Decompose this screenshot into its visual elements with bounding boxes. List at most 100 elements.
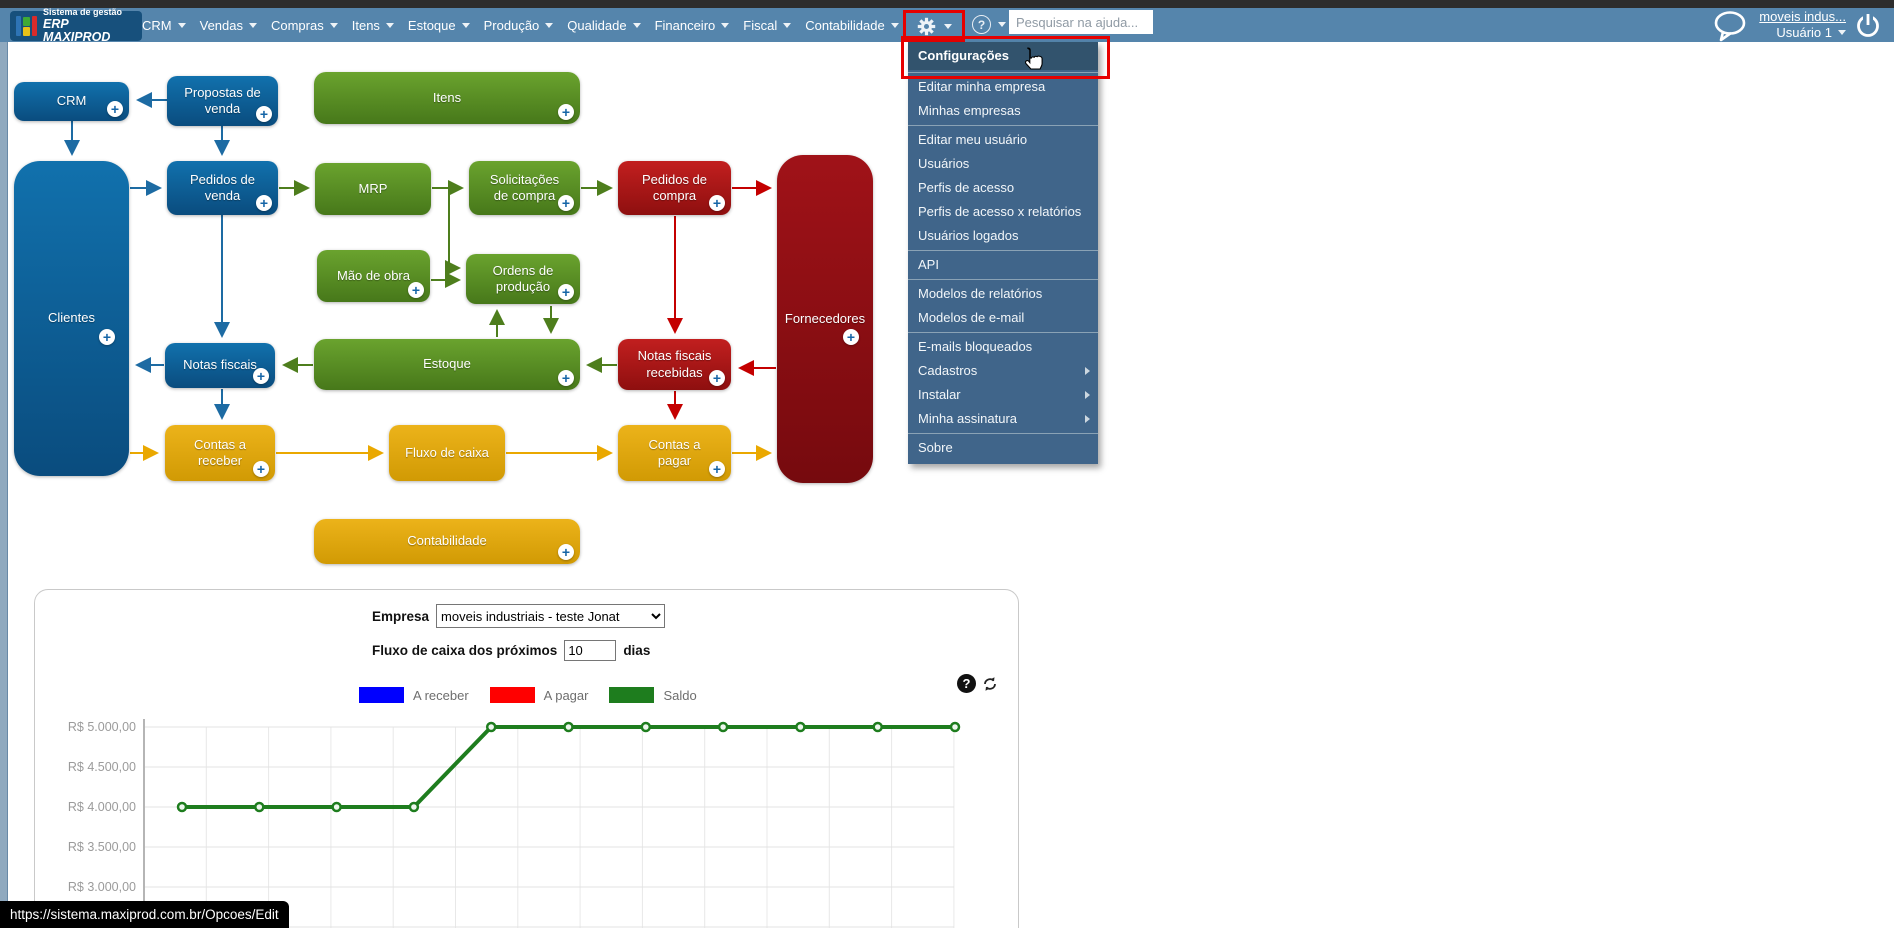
caret-down-icon: [177, 22, 186, 28]
legend-swatch-saldo: [609, 687, 655, 703]
menu-item-usu-rios-logados[interactable]: Usuários logados: [908, 224, 1098, 248]
cashflow-panel: Empresa moveis industriais - teste Jonat…: [34, 589, 1019, 928]
menu-item-editar-minha-empresa[interactable]: Editar minha empresa: [908, 75, 1098, 99]
flow-box-fluxo-de-caixa[interactable]: Fluxo de caixa: [389, 425, 505, 481]
menu-item-modelos-de-relat-rios[interactable]: Modelos de relatórios: [908, 282, 1098, 306]
add-record-icon[interactable]: +: [256, 195, 272, 211]
help-caret-icon: [998, 22, 1006, 27]
flow-box-propostas-de-venda[interactable]: Propostas de venda +: [167, 76, 278, 126]
menu-item-e-mails-bloqueados[interactable]: E-mails bloqueados: [908, 335, 1098, 359]
refresh-icon[interactable]: [981, 675, 999, 693]
menu-item-usu-rios[interactable]: Usuários: [908, 152, 1098, 176]
user-label: Usuário 1: [1776, 25, 1832, 40]
legend-label: A pagar: [543, 687, 589, 703]
flow-box-notas-fiscais[interactable]: Notas fiscais +: [165, 343, 275, 388]
settings-caret-icon: [943, 23, 952, 29]
erp-logo[interactable]: Sistema de gestão ERP MAXIPROD: [10, 7, 142, 43]
svg-text:R$ 4.000,00: R$ 4.000,00: [68, 800, 136, 814]
settings-gear-button[interactable]: [903, 10, 965, 42]
nav-menu-crm[interactable]: CRM: [142, 18, 186, 33]
chart-help-icon[interactable]: ?: [957, 674, 976, 693]
fluxo-label: Fluxo de caixa dos próximos: [372, 643, 558, 658]
search-input[interactable]: [1009, 10, 1153, 34]
caret-down-icon: [461, 22, 470, 28]
add-record-icon[interactable]: +: [709, 461, 725, 477]
help-menu-button[interactable]: ?: [972, 15, 1006, 34]
nav-menu-qualidade[interactable]: Qualidade: [567, 18, 641, 33]
add-record-icon[interactable]: +: [107, 101, 123, 117]
nav-menu-produção[interactable]: Produção: [484, 18, 554, 33]
caret-down-icon: [329, 22, 338, 28]
svg-text:R$ 5.000,00: R$ 5.000,00: [68, 720, 136, 734]
flow-box-contabilidade[interactable]: Contabilidade +: [314, 519, 580, 564]
flow-box-clientes[interactable]: Clientes +: [14, 161, 129, 476]
menu-separator: [908, 279, 1098, 280]
legend-label: A receber: [413, 687, 469, 703]
menu-item-modelos-de-e-mail[interactable]: Modelos de e-mail: [908, 306, 1098, 330]
nav-menus: CRM Vendas Compras Itens Estoque Produção Qual…: [142, 8, 899, 42]
flow-box-pedidos-de-compra[interactable]: Pedidos de compra +: [618, 161, 731, 215]
dias-input[interactable]: [564, 640, 617, 661]
menu-item-instalar[interactable]: Instalar: [908, 383, 1098, 407]
add-record-icon[interactable]: +: [253, 368, 269, 384]
flow-box-pedidos-de-venda[interactable]: Pedidos de venda +: [167, 161, 278, 215]
menu-item-minha-assinatura[interactable]: Minha assinatura: [908, 407, 1098, 431]
flow-box-contas-a-receber[interactable]: Contas a receber +: [165, 425, 275, 481]
menu-item-perfis-de-acesso-x-relat-rios[interactable]: Perfis de acesso x relatórios: [908, 200, 1098, 224]
company-link[interactable]: moveis indus...: [1759, 9, 1846, 24]
menu-item-sobre[interactable]: Sobre: [908, 436, 1098, 460]
add-record-icon[interactable]: +: [843, 329, 859, 345]
legend-swatch-a-receber: [359, 687, 404, 703]
flow-box-itens[interactable]: Itens +: [314, 72, 580, 124]
add-record-icon[interactable]: +: [256, 106, 272, 122]
add-record-icon[interactable]: +: [558, 370, 574, 386]
flow-box-contas-a-pagar[interactable]: Contas a pagar +: [618, 425, 731, 481]
caret-down-icon: [721, 22, 730, 28]
add-record-icon[interactable]: +: [558, 284, 574, 300]
flow-box-estoque[interactable]: Estoque +: [314, 339, 580, 390]
menu-item-cadastros[interactable]: Cadastros: [908, 359, 1098, 383]
caret-down-icon: [632, 22, 641, 28]
menu-item-configura-es[interactable]: Configurações: [908, 42, 1098, 70]
add-record-icon[interactable]: +: [558, 104, 574, 120]
nav-menu-fiscal[interactable]: Fiscal: [743, 18, 792, 33]
menu-item-perfis-de-acesso[interactable]: Perfis de acesso: [908, 176, 1098, 200]
user-caret-icon: [1838, 30, 1846, 35]
add-record-icon[interactable]: +: [99, 328, 115, 345]
nav-menu-financeiro[interactable]: Financeiro: [655, 18, 730, 33]
add-record-icon[interactable]: +: [709, 370, 725, 386]
add-record-icon[interactable]: +: [408, 282, 424, 298]
add-record-icon[interactable]: +: [558, 195, 574, 211]
nav-menu-estoque[interactable]: Estoque: [408, 18, 470, 33]
flow-box-mrp[interactable]: MRP: [315, 163, 431, 215]
nav-menu-vendas[interactable]: Vendas: [200, 18, 257, 33]
browser-top-strip: [0, 0, 1894, 8]
menu-item-editar-meu-usu-rio[interactable]: Editar meu usuário: [908, 128, 1098, 152]
chat-bubble-icon[interactable]: [1710, 8, 1752, 42]
flow-box-ordens-de-producao[interactable]: Ordens de produção +: [466, 254, 580, 304]
flow-box-solicitacoes-de-compra[interactable]: Solicitações de compra +: [469, 161, 580, 215]
nav-menu-itens[interactable]: Itens: [352, 18, 394, 33]
svg-text:R$ 3.000,00: R$ 3.000,00: [68, 880, 136, 894]
flow-box-notas-fiscais-recebidas[interactable]: Notas fiscais recebidas +: [618, 339, 731, 390]
add-record-icon[interactable]: +: [709, 195, 725, 211]
settings-dropdown-menu: Configurações Editar minha empresa Minhas …: [908, 42, 1098, 464]
caret-down-icon: [890, 22, 899, 28]
add-record-icon[interactable]: +: [253, 461, 269, 477]
nav-menu-compras[interactable]: Compras: [271, 18, 338, 33]
chart-legend: A receber A pagar Saldo: [359, 687, 709, 703]
menu-separator: [908, 332, 1098, 333]
empresa-select[interactable]: moveis industriais - teste Jonat: [436, 604, 666, 628]
caret-down-icon: [545, 22, 554, 28]
logout-power-icon[interactable]: [1854, 11, 1882, 39]
caret-down-icon: [248, 22, 257, 28]
menu-item-minhas-empresas[interactable]: Minhas empresas: [908, 99, 1098, 123]
menu-item-api[interactable]: API: [908, 253, 1098, 277]
flow-box-mao-de-obra[interactable]: Mão de obra +: [317, 250, 430, 302]
flow-box-crm[interactable]: CRM +: [14, 82, 129, 121]
user-menu[interactable]: Usuário 1: [1776, 25, 1846, 40]
add-record-icon[interactable]: +: [558, 544, 574, 560]
nav-menu-contabilidade[interactable]: Contabilidade: [805, 18, 899, 33]
flow-box-fornecedores[interactable]: Fornecedores +: [777, 155, 873, 483]
erp-logo-icon: [16, 16, 37, 36]
